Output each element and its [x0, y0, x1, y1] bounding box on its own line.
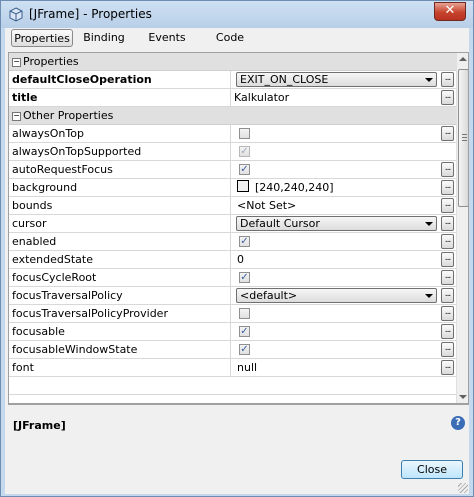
- close-icon: ✕: [444, 3, 456, 18]
- property-value: EXIT_ON_CLOSE: [234, 71, 439, 88]
- default-close-operation-combo[interactable]: EXIT_ON_CLOSE: [236, 72, 437, 87]
- ellipsis-button[interactable]: ...: [441, 72, 454, 87]
- ellipsis-button[interactable]: ...: [441, 90, 454, 105]
- ellipsis-button[interactable]: ...: [441, 342, 454, 357]
- background-value[interactable]: [240,240,240]: [234, 179, 439, 196]
- property-name: focusableWindowState: [12, 341, 231, 358]
- property-row: defaultCloseOperation EXIT_ON_CLOSE ...: [9, 71, 456, 89]
- property-name: bounds: [12, 197, 231, 214]
- property-row: [9, 377, 456, 395]
- property-row: alwaysOnTopSupported ✓: [9, 143, 456, 161]
- property-name: alwaysOnTopSupported: [12, 143, 231, 160]
- property-row: extendedState 0 ...: [9, 251, 456, 269]
- tab-binding[interactable]: Binding: [79, 29, 129, 47]
- ellipsis-button[interactable]: ...: [441, 234, 454, 249]
- title-bar: [JFrame] - Properties ✕: [1, 1, 473, 28]
- close-window-button[interactable]: ✕: [434, 2, 466, 21]
- close-button[interactable]: Close: [401, 460, 463, 479]
- property-row: focusable ✓ ...: [9, 323, 456, 341]
- dialog-body: Properties Binding Events Code − Properti…: [5, 28, 469, 494]
- scroll-thumb[interactable]: [458, 69, 468, 207]
- ellipsis-button[interactable]: ...: [441, 180, 454, 195]
- ellipsis-button[interactable]: ...: [441, 360, 454, 375]
- property-row: font null ...: [9, 359, 456, 377]
- focus-cycle-root-checkbox[interactable]: ✓: [239, 272, 250, 283]
- property-name: focusCycleRoot: [12, 269, 231, 286]
- property-name: autoRequestFocus: [12, 161, 231, 178]
- property-row: autoRequestFocus ✓ ...: [9, 161, 456, 179]
- property-row: focusTraversalPolicy <default> ...: [9, 287, 456, 305]
- ellipsis-button[interactable]: ...: [441, 216, 454, 231]
- collapse-icon[interactable]: −: [12, 58, 21, 67]
- ellipsis-button[interactable]: ...: [441, 198, 454, 213]
- color-swatch: [237, 180, 249, 192]
- focusable-checkbox[interactable]: ✓: [239, 326, 250, 337]
- cursor-combo[interactable]: Default Cursor: [236, 216, 437, 231]
- window-title: [JFrame] - Properties: [29, 7, 152, 21]
- property-row: background [240,240,240] ...: [9, 179, 456, 197]
- ellipsis-button[interactable]: ...: [441, 162, 454, 177]
- dropdown-arrow-icon: [425, 78, 433, 82]
- property-name: enabled: [12, 233, 231, 250]
- always-on-top-checkbox[interactable]: [239, 128, 250, 139]
- auto-request-focus-checkbox[interactable]: ✓: [239, 164, 250, 175]
- description-title: [JFrame]: [13, 419, 66, 432]
- collapse-icon[interactable]: −: [12, 112, 21, 121]
- tab-bar: Properties Binding Events Code: [5, 28, 469, 50]
- focus-traversal-policy-combo[interactable]: <default>: [236, 288, 437, 303]
- ellipsis-button[interactable]: ...: [441, 288, 454, 303]
- properties-window: [JFrame] - Properties ✕ Properties Bindi…: [0, 0, 474, 497]
- vertical-scrollbar[interactable]: [456, 53, 468, 403]
- bounds-value[interactable]: <Not Set>: [234, 197, 442, 214]
- description-panel: [JFrame] ?: [8, 404, 469, 451]
- property-row: alwaysOnTop ...: [9, 125, 456, 143]
- property-name: focusable: [12, 323, 231, 340]
- category-label: Other Properties: [23, 109, 114, 122]
- enabled-checkbox[interactable]: ✓: [239, 236, 250, 247]
- property-sheet: − Properties defaultCloseOperation EXIT_O…: [8, 52, 469, 404]
- property-name: extendedState: [12, 251, 231, 268]
- ellipsis-button[interactable]: ...: [441, 252, 454, 267]
- always-on-top-supported-checkbox: ✓: [239, 146, 250, 157]
- help-icon[interactable]: ?: [451, 416, 465, 430]
- ellipsis-button[interactable]: ...: [441, 270, 454, 285]
- scroll-down-arrow-icon[interactable]: [459, 395, 467, 399]
- dropdown-arrow-icon: [425, 222, 433, 226]
- property-name: title: [12, 89, 231, 106]
- tab-events[interactable]: Events: [142, 29, 192, 47]
- property-name: background: [12, 179, 231, 196]
- category-other-properties[interactable]: − Other Properties: [9, 107, 456, 125]
- property-row: focusableWindowState ✓ ...: [9, 341, 456, 359]
- property-row: title Kalkulator ...: [9, 89, 456, 107]
- property-name: defaultCloseOperation: [12, 71, 231, 88]
- property-row: enabled ✓ ...: [9, 233, 456, 251]
- property-name: alwaysOnTop: [12, 125, 231, 142]
- property-name: cursor: [12, 215, 231, 232]
- category-properties[interactable]: − Properties: [9, 53, 456, 71]
- tab-properties[interactable]: Properties: [11, 29, 73, 47]
- ellipsis-button[interactable]: ...: [441, 324, 454, 339]
- dropdown-arrow-icon: [425, 294, 433, 298]
- scroll-up-arrow-icon[interactable]: [459, 57, 467, 61]
- property-row: bounds <Not Set> ...: [9, 197, 456, 215]
- title-value[interactable]: Kalkulator: [234, 89, 439, 106]
- property-row: cursor Default Cursor ...: [9, 215, 456, 233]
- category-label: Properties: [23, 55, 79, 68]
- extended-state-value[interactable]: 0: [234, 251, 442, 268]
- resize-grip-icon[interactable]: [458, 483, 468, 493]
- font-value[interactable]: null: [234, 359, 442, 376]
- ellipsis-button[interactable]: ...: [441, 126, 454, 141]
- property-name: font: [12, 359, 231, 376]
- ellipsis-button[interactable]: ...: [441, 306, 454, 321]
- property-name: focusTraversalPolicy: [12, 287, 231, 304]
- property-row: focusTraversalPolicyProvider ...: [9, 305, 456, 323]
- property-rows: − Properties defaultCloseOperation EXIT_O…: [9, 53, 456, 395]
- property-name: focusTraversalPolicyProvider: [12, 305, 231, 322]
- focusable-window-state-checkbox[interactable]: ✓: [239, 344, 250, 355]
- property-row: focusCycleRoot ✓ ...: [9, 269, 456, 287]
- tab-code[interactable]: Code: [205, 29, 255, 47]
- focus-traversal-policy-provider-checkbox[interactable]: [239, 308, 250, 319]
- app-icon: [9, 7, 23, 22]
